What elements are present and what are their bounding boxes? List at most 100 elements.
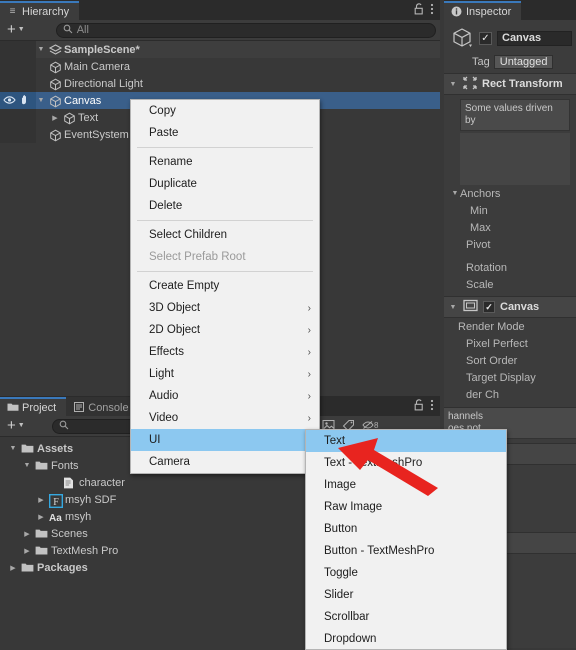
hierarchy-row-label: Text (78, 111, 99, 124)
tag-dropdown[interactable]: Untagged (493, 55, 554, 69)
chevron-right-icon[interactable]: ▶ (22, 547, 32, 555)
context-menu-item-label: Select Children (149, 229, 227, 241)
context-menu-item[interactable]: Delete (131, 195, 319, 217)
folder-icon (21, 562, 34, 573)
chevron-right-icon[interactable]: ▶ (36, 513, 46, 521)
chevron-down-icon[interactable]: ▼ (448, 304, 458, 311)
hierarchy-context-menu[interactable]: Copy Paste Rename Duplicate Delete Select Chi… (130, 99, 320, 474)
tab-console[interactable]: Console (66, 397, 139, 416)
canvas-component-title: Canvas (500, 301, 540, 313)
context-menu-item[interactable]: Effects › (131, 341, 319, 363)
hierarchy-search-input[interactable]: All (55, 22, 436, 38)
ui-submenu-item-label: Raw Image (324, 501, 383, 513)
driven-values-note: Some values driven by (460, 99, 570, 131)
context-menu-item[interactable]: Video › (131, 407, 319, 429)
scale-row: Scale (444, 276, 576, 293)
chevron-down-icon[interactable]: ▼ (8, 445, 18, 452)
rect-transform-anchor-preview (460, 133, 570, 185)
svg-text:F: F (53, 497, 59, 508)
chevron-right-icon[interactable]: ▶ (36, 496, 46, 504)
chevron-down-icon[interactable]: ▼ (450, 190, 460, 197)
lock-icon[interactable] (414, 399, 424, 414)
rotation-label: Rotation (466, 261, 507, 274)
hierarchy-row-content: EventSystem (0, 129, 129, 141)
tab-console-label: Console (88, 401, 129, 414)
unity-editor-window: ≡ Hierarchy + ▼ All ▼ SampleScene* Main … (0, 0, 576, 650)
chevron-right-icon: › (307, 324, 311, 336)
context-menu-item[interactable]: Audio › (131, 385, 319, 407)
ui-submenu-item[interactable]: Text (306, 430, 506, 452)
ui-submenu-item[interactable]: Button (306, 518, 506, 540)
chevron-right-icon: › (307, 346, 311, 358)
chevron-down-icon[interactable]: ▼ (22, 462, 32, 469)
context-menu-item[interactable]: 2D Object › (131, 319, 319, 341)
context-menu-item-label: Copy (149, 105, 176, 117)
rect-transform-title: Rect Transform (482, 78, 563, 90)
ui-submenu-item[interactable]: Toggle (306, 562, 506, 584)
hierarchy-row-label: Canvas (64, 94, 102, 107)
context-menu-item[interactable]: Duplicate (131, 173, 319, 195)
tab-hierarchy[interactable]: ≡ Hierarchy (0, 1, 80, 20)
font-asset-icon: Aa (49, 511, 62, 524)
additional-shader-channels-row: der Ch (444, 386, 576, 403)
chevron-down-icon[interactable]: ▼ (36, 46, 46, 53)
context-menu-item[interactable]: Create Empty (131, 275, 319, 297)
ui-submenu[interactable]: Text Text - TextMeshPro Image Raw Image Butt… (305, 429, 507, 650)
ui-submenu-item[interactable]: Raw Image (306, 496, 506, 518)
context-menu-item[interactable]: 3D Object › (131, 297, 319, 319)
kebab-menu-icon[interactable] (430, 3, 434, 18)
ui-submenu-item[interactable]: Dropdown (306, 628, 506, 649)
ui-submenu-item[interactable]: Button - TextMeshPro (306, 540, 506, 562)
hierarchy-row-content: Directional Light (0, 78, 143, 90)
context-menu-item-label: UI (149, 434, 161, 446)
additional-shader-channels-label: der Ch (466, 388, 500, 401)
project-add-button[interactable]: + ▼ (4, 417, 28, 434)
context-menu-item[interactable]: Copy (131, 100, 319, 122)
object-name-field[interactable]: Canvas (497, 30, 572, 46)
project-row-label: msyh SDF (65, 493, 117, 506)
chevron-right-icon: › (307, 302, 311, 314)
context-menu-item-label: Rename (149, 156, 193, 168)
project-row-label: TextMesh Pro (51, 544, 119, 557)
chevron-right-icon[interactable]: ▶ (22, 530, 32, 538)
kebab-menu-icon[interactable] (430, 399, 434, 414)
pivot-row: Pivot (444, 236, 576, 253)
info-icon (451, 6, 462, 17)
project-add-label: + (7, 417, 16, 434)
ui-submenu-item[interactable]: Scrollbar (306, 606, 506, 628)
anchor-min-row: Min (444, 202, 576, 219)
hierarchy-row[interactable]: Directional Light (0, 75, 440, 92)
canvas-enabled-checkbox[interactable]: ✓ (483, 301, 495, 313)
hierarchy-row-content: ▼ SampleScene* (0, 44, 140, 56)
console-icon (73, 402, 84, 413)
tab-inspector[interactable]: Inspector (444, 1, 522, 20)
chevron-right-icon: › (307, 390, 311, 402)
chevron-down-icon[interactable]: ▼ (448, 81, 458, 88)
chevron-down-icon[interactable]: ▼ (36, 97, 46, 104)
chevron-right-icon[interactable]: ▶ (50, 114, 60, 122)
context-menu-item[interactable]: Paste (131, 122, 319, 144)
ui-submenu-item[interactable]: Text - TextMeshPro (306, 452, 506, 474)
chevron-right-icon[interactable]: ▶ (8, 564, 18, 572)
anchors-row[interactable]: ▼ Anchors (444, 185, 576, 202)
hierarchy-row[interactable]: Main Camera (0, 58, 440, 75)
context-menu-item[interactable]: Light › (131, 363, 319, 385)
context-menu-item[interactable]: UI› (131, 429, 319, 451)
ui-submenu-item-label: Text (324, 435, 346, 447)
hierarchy-add-button[interactable]: + ▼ (4, 22, 28, 37)
tab-project[interactable]: Project (0, 397, 67, 416)
lock-icon[interactable] (414, 3, 424, 18)
hierarchy-search-placeholder: All (76, 24, 89, 36)
context-menu-item-label: Effects (149, 346, 184, 358)
context-menu-item[interactable]: Rename (131, 151, 319, 173)
menu-separator (137, 147, 313, 148)
ui-submenu-item[interactable]: Image (306, 474, 506, 496)
component-header-canvas[interactable]: ▼ ✓ Canvas (444, 296, 576, 318)
component-header-rect-transform[interactable]: ▼ Rect Transform (444, 73, 576, 95)
context-menu-item[interactable]: Camera (131, 451, 319, 473)
ui-submenu-item[interactable]: Slider (306, 584, 506, 606)
hierarchy-row[interactable]: ▼ SampleScene* (0, 41, 440, 58)
object-enabled-checkbox[interactable]: ✓ (479, 31, 492, 45)
context-menu-item-label: Create Empty (149, 280, 220, 292)
context-menu-item[interactable]: Select Children (131, 224, 319, 246)
